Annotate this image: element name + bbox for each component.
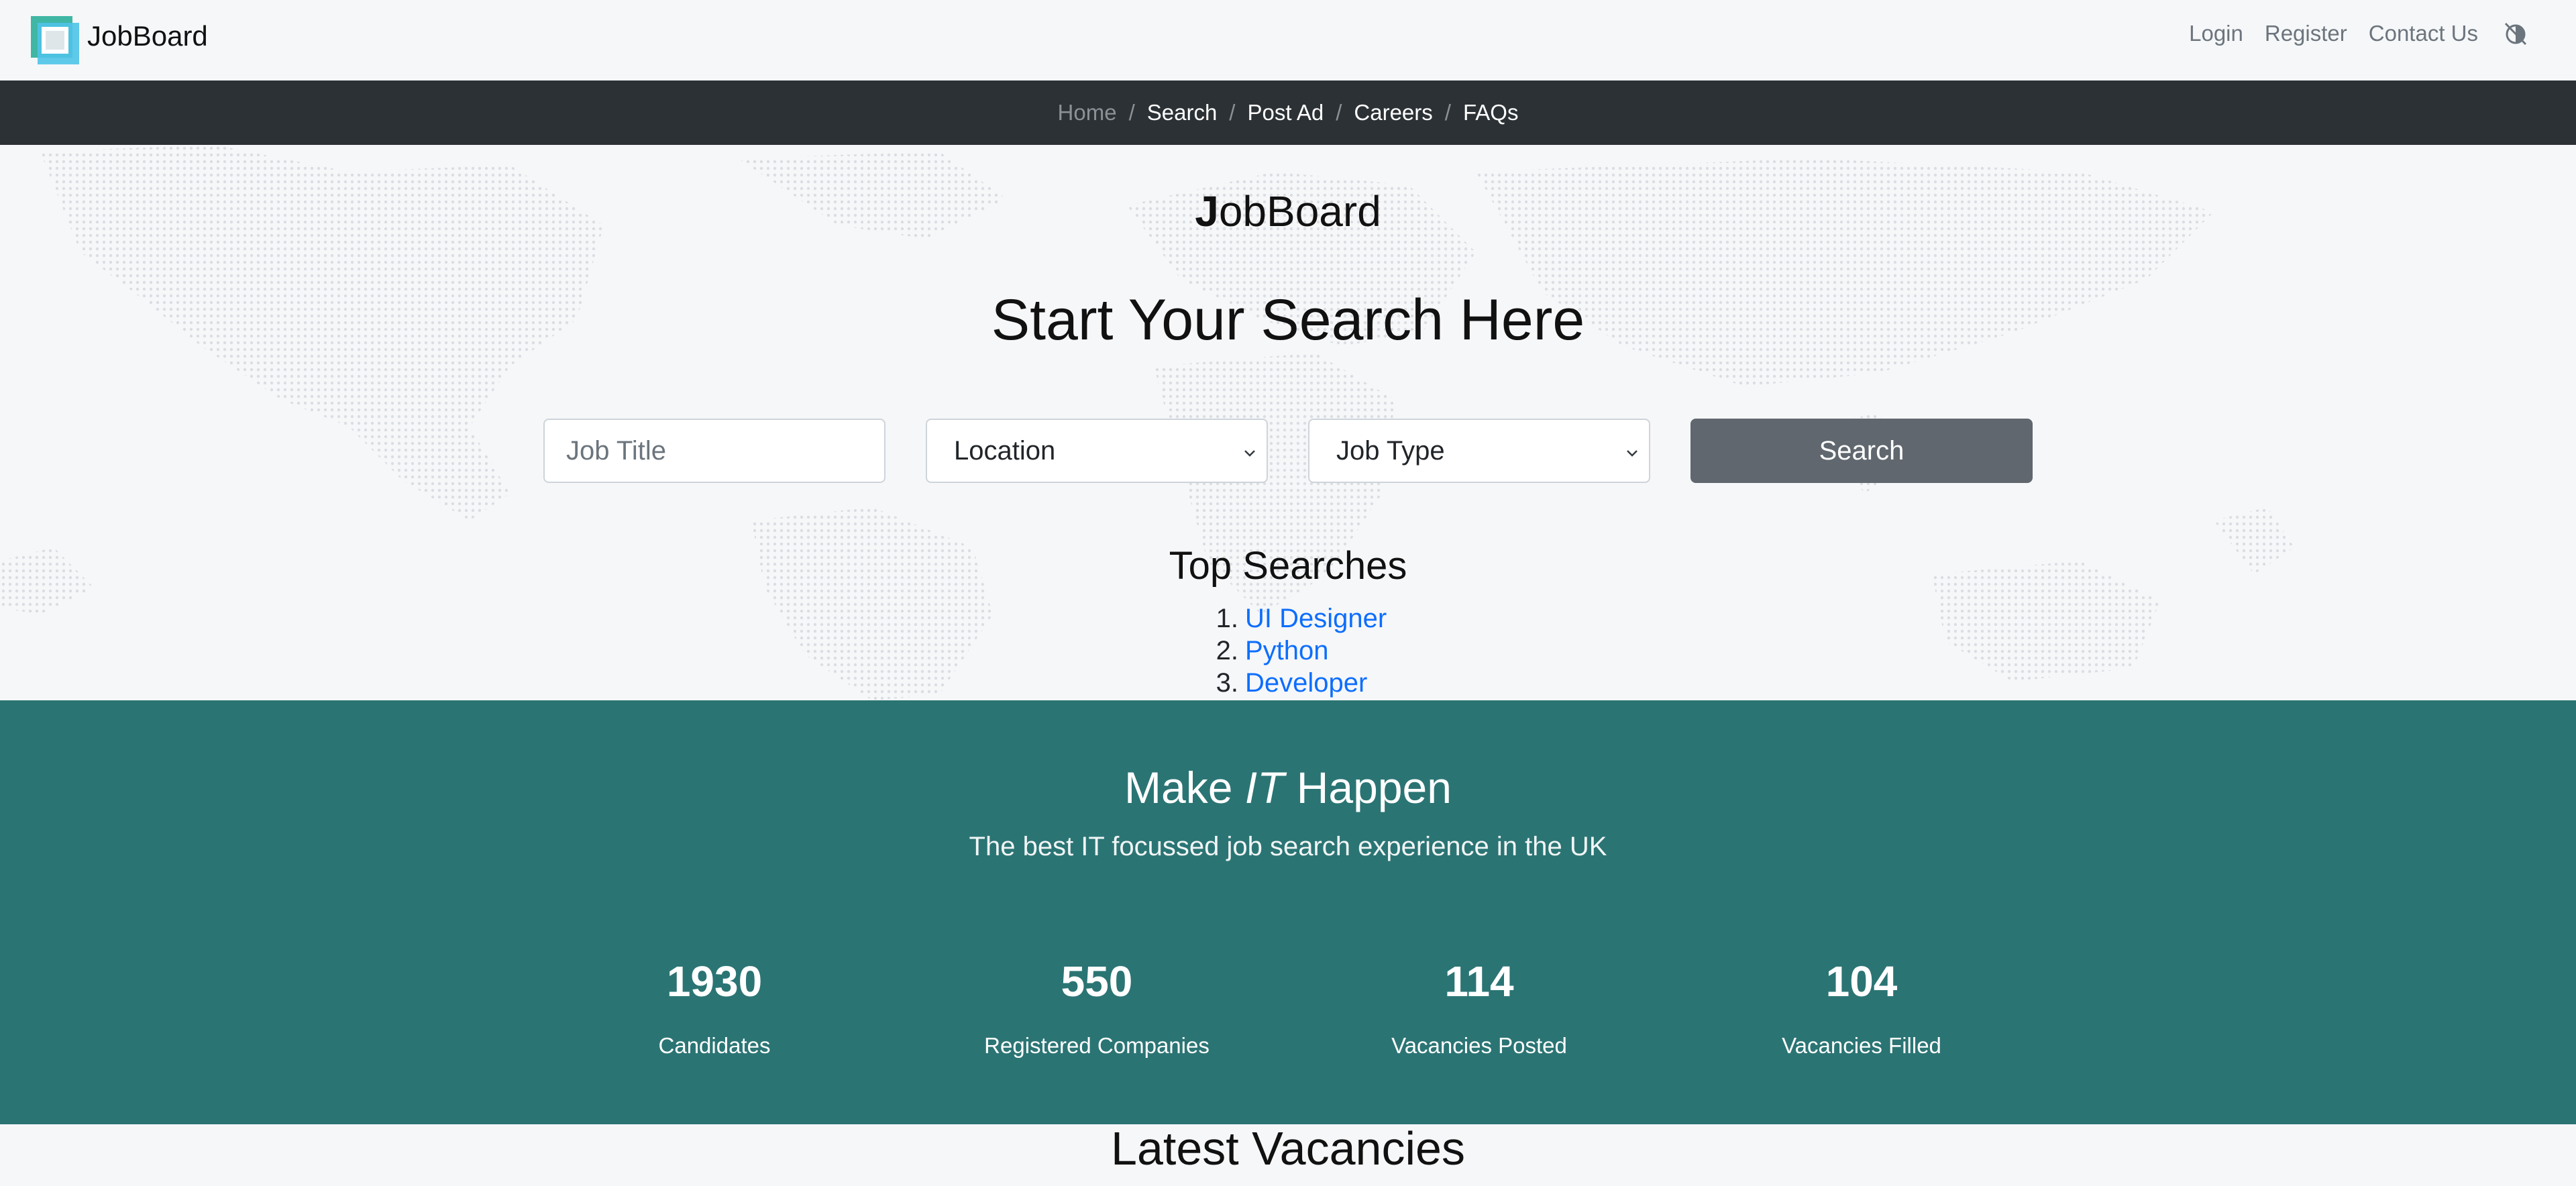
breadcrumb-separator: / <box>1336 100 1342 125</box>
login-link[interactable]: Login <box>2189 21 2243 46</box>
list-number: 2. <box>1216 636 1238 665</box>
stat-value: 104 <box>1825 957 1898 1006</box>
stat-label: Vacancies Posted <box>1391 1033 1567 1058</box>
stat-value: 114 <box>1444 957 1514 1006</box>
contact-us-link[interactable]: Contact Us <box>2369 21 2478 46</box>
band-title-post: Happen <box>1296 763 1452 812</box>
navbar-brand[interactable]: JobBoard <box>87 20 208 52</box>
breadcrumb: Home / Search / Post Ad / Careers / FAQs <box>0 80 2576 145</box>
chevron-down-icon <box>1627 450 1638 457</box>
job-type-select[interactable]: Job Type <box>1308 419 1650 483</box>
job-title-input[interactable]: Job Title <box>543 419 885 483</box>
stat-candidates: 1930 Candidates <box>527 957 902 1059</box>
stat-value: 550 <box>1061 957 1133 1006</box>
band-subtitle: The best IT focussed job search experien… <box>969 832 1607 861</box>
top-navbar: JobBoard Login Register Contact Us <box>0 0 2576 80</box>
top-searches-heading: Top Searches <box>1169 544 1407 588</box>
stat-label: Registered Companies <box>984 1033 1210 1058</box>
breadcrumb-careers[interactable]: Careers <box>1354 100 1432 125</box>
list-number: 3. <box>1216 668 1238 698</box>
stat-label: Candidates <box>658 1033 771 1058</box>
latest-vacancies-heading: Latest Vacancies <box>1111 1122 1465 1175</box>
top-searches-list: 1. UI Designer 2. Python 3. Developer <box>1208 602 1387 699</box>
top-search-link-python[interactable]: Python <box>1245 636 1329 665</box>
top-search-link-developer[interactable]: Developer <box>1245 668 1367 698</box>
page-title: Start Your Search Here <box>991 288 1585 352</box>
job-type-select-value: Job Type <box>1336 435 1445 466</box>
stat-vacancies-posted: 114 Vacancies Posted <box>1291 957 1667 1059</box>
band-title-pre: Make <box>1124 763 1233 812</box>
location-select[interactable]: Location <box>926 419 1268 483</box>
band-title: Make IT Happen <box>0 762 2576 813</box>
jobboard-logo-icon[interactable] <box>30 15 80 66</box>
stat-value: 1930 <box>666 957 763 1006</box>
stat-registered-companies: 550 Registered Companies <box>909 957 1285 1059</box>
breadcrumb-separator: / <box>1444 100 1451 125</box>
register-link[interactable]: Register <box>2265 21 2347 46</box>
band-title-em: IT <box>1244 763 1285 812</box>
top-search-link-ui-designer[interactable]: UI Designer <box>1245 604 1387 633</box>
job-title-placeholder: Job Title <box>566 435 666 466</box>
list-item: 2. Python <box>1208 635 1387 667</box>
chevron-down-icon <box>1244 450 1255 457</box>
list-item: 3. Developer <box>1208 667 1387 699</box>
hero-section: JobBoard Start Your Search Here Job Titl… <box>0 145 2576 700</box>
breadcrumb-separator: / <box>1229 100 1236 125</box>
contrast-off-icon[interactable] <box>2502 20 2529 47</box>
breadcrumb-separator: / <box>1128 100 1135 125</box>
breadcrumb-search[interactable]: Search <box>1147 100 1218 125</box>
breadcrumb-home[interactable]: Home <box>1058 100 1117 125</box>
hero-brand: JobBoard <box>0 186 2576 236</box>
navbar-links: Login Register Contact Us <box>2167 20 2529 47</box>
breadcrumb-post-ad[interactable]: Post Ad <box>1247 100 1324 125</box>
list-item: 1. UI Designer <box>1208 602 1387 635</box>
stats-band: Make IT Happen The best IT focussed job … <box>0 700 2576 1124</box>
stat-vacancies-filled: 104 Vacancies Filled <box>1674 957 2049 1059</box>
hero-brand-rest: obBoard <box>1218 187 1381 235</box>
location-select-value: Location <box>954 435 1056 466</box>
list-number: 1. <box>1216 604 1238 633</box>
search-button[interactable]: Search <box>1690 419 2033 483</box>
breadcrumb-faqs[interactable]: FAQs <box>1463 100 1519 125</box>
hero-brand-initial: J <box>1195 187 1219 235</box>
stat-label: Vacancies Filled <box>1782 1033 1941 1058</box>
